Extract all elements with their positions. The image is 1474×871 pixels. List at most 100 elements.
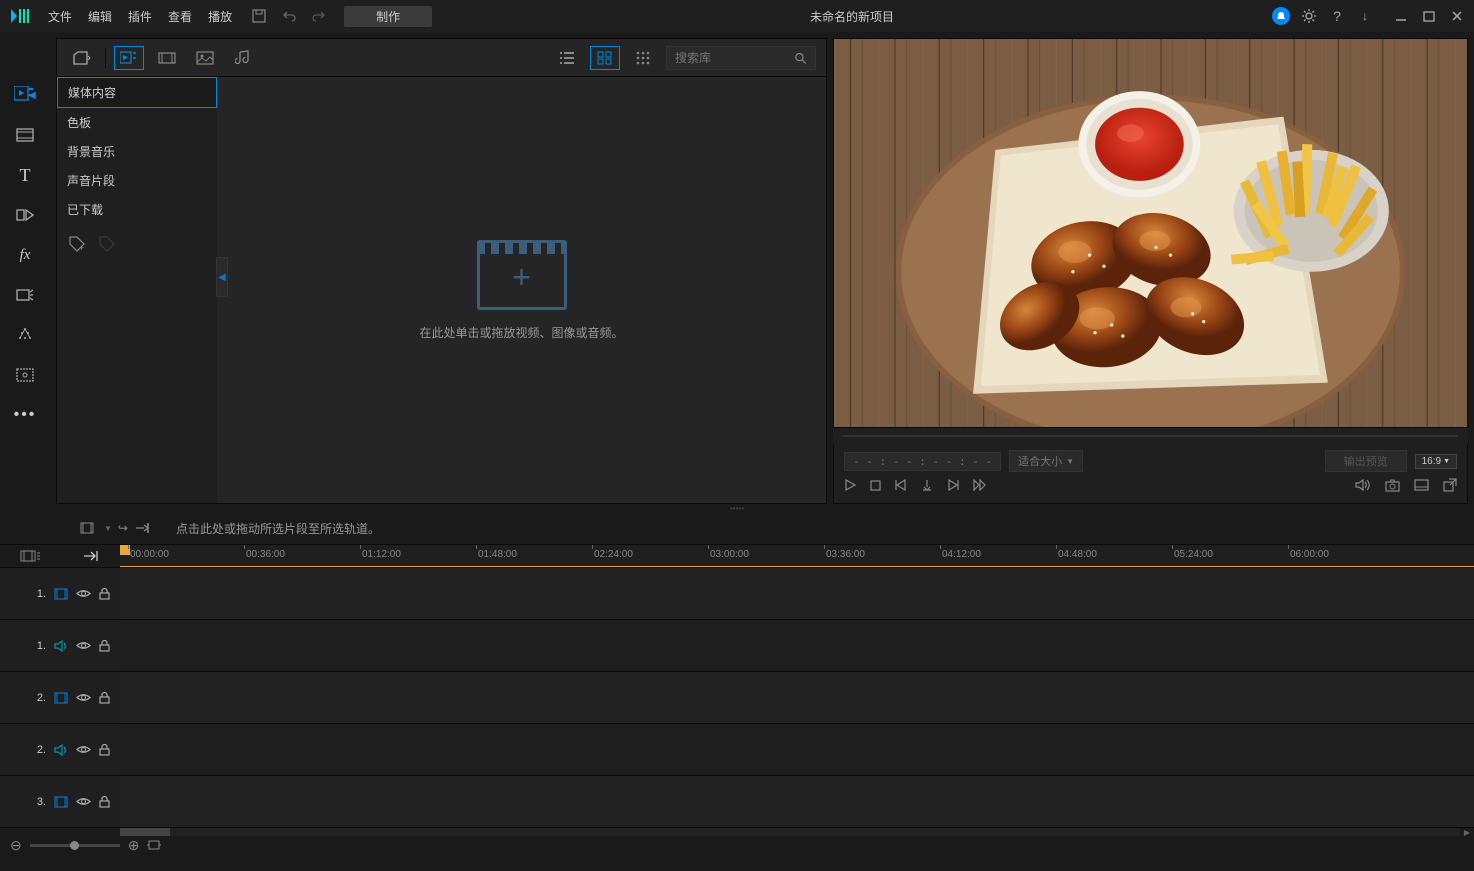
- aspect-ratio[interactable]: 16:9▼: [1415, 454, 1457, 469]
- cat-bgm[interactable]: 背景音乐: [57, 137, 217, 166]
- fit-dropdown[interactable]: 适合大小▼: [1009, 450, 1083, 472]
- track-header[interactable]: 1.: [0, 568, 120, 619]
- filter-audio-icon[interactable]: [228, 46, 258, 70]
- filter-media-icon[interactable]: [114, 46, 144, 70]
- close-icon[interactable]: [1448, 7, 1466, 25]
- tool-overlay[interactable]: [12, 282, 38, 308]
- stop-icon[interactable]: [870, 480, 881, 491]
- lock-icon[interactable]: [99, 743, 110, 756]
- menu-play[interactable]: 播放: [208, 8, 232, 25]
- tool-transition[interactable]: [12, 202, 38, 228]
- eye-icon[interactable]: [76, 744, 91, 755]
- undo-icon[interactable]: [280, 7, 298, 25]
- project-title: 未命名的新项目: [436, 8, 1268, 25]
- eye-icon[interactable]: [76, 796, 91, 807]
- next-frame-icon[interactable]: [947, 479, 959, 491]
- track-body[interactable]: [120, 568, 1474, 619]
- display-options-icon[interactable]: [1414, 479, 1429, 491]
- cat-media[interactable]: 媒体内容: [57, 77, 217, 108]
- search-input[interactable]: [666, 46, 816, 70]
- down-icon[interactable]: ↓: [1356, 7, 1374, 25]
- zoom-in-icon[interactable]: ⊕: [128, 837, 140, 854]
- maximize-icon[interactable]: [1420, 7, 1438, 25]
- filter-image-icon[interactable]: [190, 46, 220, 70]
- redo-icon[interactable]: [310, 7, 328, 25]
- resize-handle[interactable]: •••••: [0, 504, 1474, 512]
- filter-video-icon[interactable]: [152, 46, 182, 70]
- settings-icon[interactable]: [1300, 7, 1318, 25]
- cat-color[interactable]: 色板: [57, 108, 217, 137]
- drop-hint: 在此处单击或拖放视频、图像或音频。: [419, 324, 623, 341]
- minimize-icon[interactable]: [1392, 7, 1410, 25]
- tool-capture[interactable]: [12, 362, 38, 388]
- menu-edit[interactable]: 编辑: [88, 8, 112, 25]
- zoom-fit-icon[interactable]: [147, 839, 161, 851]
- track-header[interactable]: 2.: [0, 724, 120, 775]
- notification-icon[interactable]: [1272, 7, 1290, 25]
- menu-file[interactable]: 文件: [48, 8, 72, 25]
- render-preview-button[interactable]: 输出预览: [1325, 450, 1407, 472]
- track-type-icon: [54, 692, 68, 704]
- track-body[interactable]: [120, 724, 1474, 775]
- track-header[interactable]: 1.: [0, 620, 120, 671]
- ruler-tick: 04:48:00: [1058, 549, 1097, 560]
- track-type-icon: [54, 744, 68, 756]
- library-content[interactable]: ◀ + 在此处单击或拖放视频、图像或音频。: [217, 77, 826, 503]
- help-icon[interactable]: ?: [1328, 7, 1346, 25]
- tag-icon[interactable]: [97, 234, 119, 256]
- lock-icon[interactable]: [99, 795, 110, 808]
- track-end-icon[interactable]: [82, 550, 100, 562]
- preview-viewport[interactable]: [833, 38, 1468, 428]
- cat-downloaded[interactable]: 已下载: [57, 195, 217, 224]
- tool-particle[interactable]: [12, 322, 38, 348]
- import-icon[interactable]: [67, 46, 97, 70]
- view-list-icon[interactable]: [552, 46, 582, 70]
- track-header[interactable]: 2.: [0, 672, 120, 723]
- eye-icon[interactable]: [76, 640, 91, 651]
- play-icon[interactable]: [844, 479, 856, 491]
- view-menu-icon[interactable]: [628, 46, 658, 70]
- lock-icon[interactable]: [99, 639, 110, 652]
- tool-room[interactable]: [12, 122, 38, 148]
- track-view-icon[interactable]: [20, 549, 42, 563]
- tool-title[interactable]: T: [12, 162, 38, 188]
- zoom-slider[interactable]: [30, 844, 120, 847]
- menu-plugins[interactable]: 插件: [128, 8, 152, 25]
- timeline-tool2-icon[interactable]: [134, 521, 150, 535]
- track-body[interactable]: [120, 776, 1474, 827]
- eye-icon[interactable]: [76, 692, 91, 703]
- collapse-handle-icon[interactable]: ◀: [216, 257, 228, 297]
- snapshot-icon[interactable]: [1385, 479, 1400, 492]
- track-row: 2.: [0, 724, 1474, 776]
- preview-scrubber[interactable]: [833, 428, 1468, 444]
- search-icon[interactable]: [794, 51, 807, 65]
- marker-icon[interactable]: [921, 479, 933, 491]
- volume-icon[interactable]: [1355, 478, 1371, 492]
- fast-forward-icon[interactable]: [973, 479, 987, 491]
- h-scrollbar[interactable]: ▶: [0, 828, 1474, 836]
- track-row: 1.: [0, 620, 1474, 672]
- eye-icon[interactable]: [76, 588, 91, 599]
- view-grid-icon[interactable]: [590, 46, 620, 70]
- save-icon[interactable]: [250, 7, 268, 25]
- track-body[interactable]: [120, 672, 1474, 723]
- library-toolbar: [57, 39, 826, 77]
- produce-button[interactable]: 制作: [344, 6, 432, 27]
- popout-icon[interactable]: [1443, 478, 1457, 492]
- main-menu: 文件 编辑 插件 查看 播放: [48, 8, 232, 25]
- prev-frame-icon[interactable]: [895, 479, 907, 491]
- lock-icon[interactable]: [99, 587, 110, 600]
- lock-icon[interactable]: [99, 691, 110, 704]
- timeline-tool1-icon[interactable]: [80, 521, 98, 535]
- track-body[interactable]: [120, 620, 1474, 671]
- tool-media[interactable]: ◀: [12, 82, 38, 108]
- tool-more[interactable]: •••: [12, 402, 38, 428]
- track-row: 3.: [0, 776, 1474, 828]
- tag-add-icon[interactable]: +: [67, 234, 89, 256]
- tool-effect[interactable]: fx: [12, 242, 38, 268]
- track-header[interactable]: 3.: [0, 776, 120, 827]
- menu-view[interactable]: 查看: [168, 8, 192, 25]
- cat-sound[interactable]: 声音片段: [57, 166, 217, 195]
- timecode[interactable]: - - : - - : - - : - -: [844, 452, 1001, 471]
- zoom-out-icon[interactable]: ⊖: [10, 837, 22, 854]
